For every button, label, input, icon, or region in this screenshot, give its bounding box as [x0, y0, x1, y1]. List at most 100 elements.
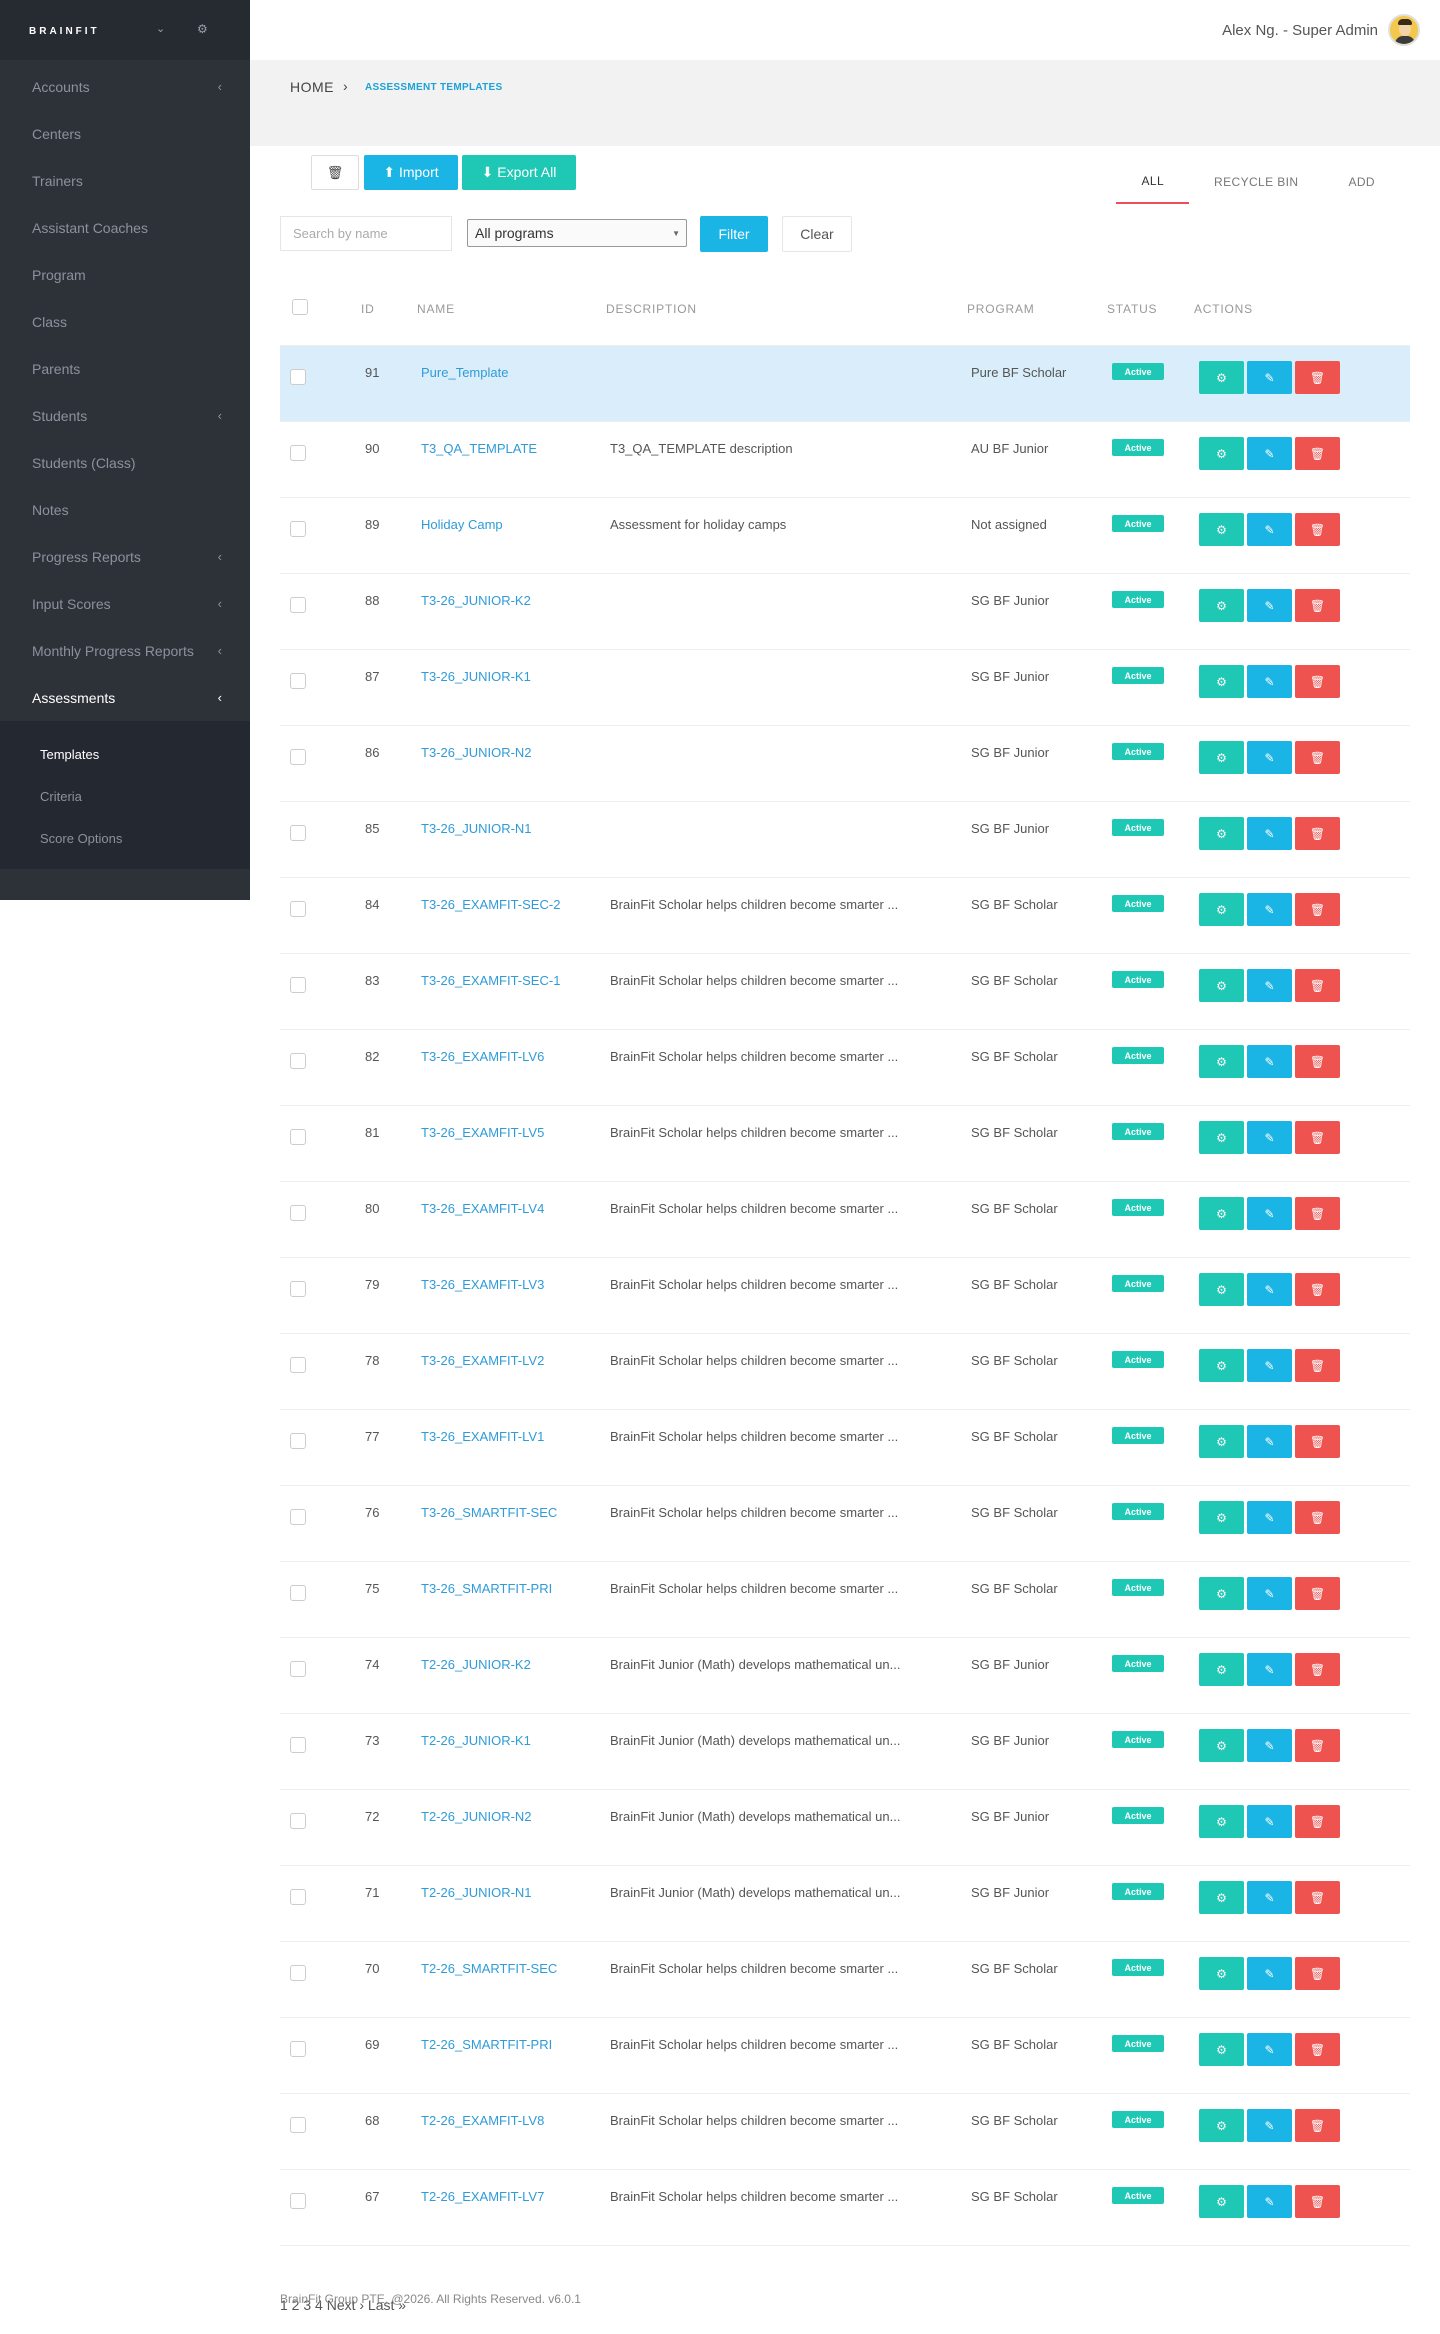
edit-button[interactable]: ✎: [1247, 1881, 1292, 1914]
cell-name-link[interactable]: T2-26_SMARTFIT-SEC: [421, 1961, 557, 1976]
settings-button[interactable]: ⚙: [1199, 2033, 1244, 2066]
sidebar-item-notes[interactable]: Notes: [0, 486, 250, 533]
brand-logo[interactable]: BRAINFIT: [29, 26, 100, 37]
edit-button[interactable]: ✎: [1247, 741, 1292, 774]
cell-name-link[interactable]: T3-26_EXAMFIT-LV2: [421, 1353, 544, 1368]
import-button[interactable]: ⬆ Import: [364, 155, 458, 190]
sidebar-item-progress-reports[interactable]: Progress Reports ‹: [0, 533, 250, 580]
edit-button[interactable]: ✎: [1247, 1805, 1292, 1838]
edit-button[interactable]: ✎: [1247, 1425, 1292, 1458]
program-select[interactable]: All programs ▼: [467, 219, 687, 247]
row-checkbox[interactable]: [290, 1737, 306, 1753]
row-checkbox[interactable]: [290, 1585, 306, 1601]
delete-button[interactable]: 🗑: [1295, 1577, 1340, 1610]
settings-button[interactable]: ⚙: [1199, 1577, 1244, 1610]
cell-name-link[interactable]: T2-26_JUNIOR-K1: [421, 1733, 531, 1748]
cell-name-link[interactable]: T3-26_EXAMFIT-LV6: [421, 1049, 544, 1064]
settings-button[interactable]: ⚙: [1199, 665, 1244, 698]
edit-button[interactable]: ✎: [1247, 1349, 1292, 1382]
avatar[interactable]: [1388, 14, 1420, 46]
delete-button[interactable]: 🗑: [1295, 2033, 1340, 2066]
edit-button[interactable]: ✎: [1247, 1197, 1292, 1230]
select-all-checkbox[interactable]: [292, 299, 308, 315]
cell-name-link[interactable]: T3-26_EXAMFIT-LV1: [421, 1429, 544, 1444]
edit-button[interactable]: ✎: [1247, 1501, 1292, 1534]
row-checkbox[interactable]: [290, 1889, 306, 1905]
row-checkbox[interactable]: [290, 749, 306, 765]
cell-name-link[interactable]: T2-26_EXAMFIT-LV7: [421, 2189, 544, 2204]
sidebar-item-parents[interactable]: Parents: [0, 345, 250, 392]
row-checkbox[interactable]: [290, 825, 306, 841]
settings-button[interactable]: ⚙: [1199, 1653, 1244, 1686]
row-checkbox[interactable]: [290, 1661, 306, 1677]
row-checkbox[interactable]: [290, 445, 306, 461]
delete-button[interactable]: 🗑: [1295, 513, 1340, 546]
delete-button[interactable]: 🗑: [1295, 741, 1340, 774]
cell-name-link[interactable]: T2-26_JUNIOR-K2: [421, 1657, 531, 1672]
row-checkbox[interactable]: [290, 1813, 306, 1829]
column-header-status[interactable]: STATUS: [1107, 302, 1157, 316]
settings-button[interactable]: ⚙: [1199, 1197, 1244, 1230]
clear-button[interactable]: Clear: [782, 216, 852, 252]
delete-button[interactable]: 🗑: [1295, 437, 1340, 470]
row-checkbox[interactable]: [290, 1509, 306, 1525]
delete-button[interactable]: 🗑: [1295, 817, 1340, 850]
filter-button[interactable]: Filter: [700, 216, 768, 252]
edit-button[interactable]: ✎: [1247, 1577, 1292, 1610]
settings-button[interactable]: ⚙: [1199, 1349, 1244, 1382]
breadcrumb-home[interactable]: HOME: [290, 79, 334, 95]
delete-button[interactable]: 🗑: [1295, 1957, 1340, 1990]
cell-name-link[interactable]: T2-26_JUNIOR-N2: [421, 1809, 532, 1824]
cell-name-link[interactable]: Holiday Camp: [421, 517, 503, 532]
edit-button[interactable]: ✎: [1247, 893, 1292, 926]
column-header-id[interactable]: ID: [361, 302, 375, 316]
cell-name-link[interactable]: T3-26_EXAMFIT-SEC-2: [421, 897, 560, 912]
row-checkbox[interactable]: [290, 673, 306, 689]
row-checkbox[interactable]: [290, 369, 306, 385]
settings-button[interactable]: ⚙: [1199, 893, 1244, 926]
settings-icon[interactable]: ⚙: [197, 22, 208, 36]
delete-button[interactable]: 🗑: [1295, 2109, 1340, 2142]
tab-recycle-bin[interactable]: RECYCLE BIN: [1189, 160, 1323, 204]
column-header-program[interactable]: PROGRAM: [967, 302, 1035, 316]
settings-button[interactable]: ⚙: [1199, 1501, 1244, 1534]
column-header-description[interactable]: DESCRIPTION: [606, 302, 697, 316]
search-input[interactable]: Search by name: [280, 216, 452, 251]
cell-name-link[interactable]: T2-26_EXAMFIT-LV8: [421, 2113, 544, 2128]
row-checkbox[interactable]: [290, 977, 306, 993]
cell-name-link[interactable]: T2-26_JUNIOR-N1: [421, 1885, 532, 1900]
cell-name-link[interactable]: T3_QA_TEMPLATE: [421, 441, 537, 456]
settings-button[interactable]: ⚙: [1199, 513, 1244, 546]
delete-button[interactable]: 🗑: [1295, 1805, 1340, 1838]
sidebar-item-students-class[interactable]: Students (Class): [0, 439, 250, 486]
cell-name-link[interactable]: T3-26_EXAMFIT-SEC-1: [421, 973, 560, 988]
settings-button[interactable]: ⚙: [1199, 1425, 1244, 1458]
row-checkbox[interactable]: [290, 1965, 306, 1981]
settings-button[interactable]: ⚙: [1199, 2185, 1244, 2218]
cell-name-link[interactable]: T3-26_SMARTFIT-PRI: [421, 1581, 552, 1596]
edit-button[interactable]: ✎: [1247, 1957, 1292, 1990]
row-checkbox[interactable]: [290, 1357, 306, 1373]
edit-button[interactable]: ✎: [1247, 665, 1292, 698]
delete-button[interactable]: 🗑: [1295, 361, 1340, 394]
settings-button[interactable]: ⚙: [1199, 1805, 1244, 1838]
sidebar-item-input-scores[interactable]: Input Scores ‹: [0, 580, 250, 627]
sidebar-item-assessments[interactable]: Assessments ‹: [0, 674, 250, 721]
delete-button[interactable]: 🗑: [1295, 1045, 1340, 1078]
cell-name-link[interactable]: T3-26_JUNIOR-K2: [421, 593, 531, 608]
settings-button[interactable]: ⚙: [1199, 1729, 1244, 1762]
edit-button[interactable]: ✎: [1247, 1121, 1292, 1154]
settings-button[interactable]: ⚙: [1199, 1273, 1244, 1306]
sidebar-item-class[interactable]: Class: [0, 298, 250, 345]
cell-name-link[interactable]: T3-26_EXAMFIT-LV4: [421, 1201, 544, 1216]
tab-all[interactable]: ALL: [1116, 160, 1190, 204]
cell-name-link[interactable]: T3-26_JUNIOR-N2: [421, 745, 532, 760]
row-checkbox[interactable]: [290, 597, 306, 613]
edit-button[interactable]: ✎: [1247, 1045, 1292, 1078]
sidebar-item-assistant-coaches[interactable]: Assistant Coaches: [0, 204, 250, 251]
sidebar-item-students[interactable]: Students ‹: [0, 392, 250, 439]
sidebar-item-trainers[interactable]: Trainers: [0, 157, 250, 204]
row-checkbox[interactable]: [290, 2117, 306, 2133]
cell-name-link[interactable]: T3-26_JUNIOR-K1: [421, 669, 531, 684]
submenu-item-templates[interactable]: Templates: [0, 733, 250, 775]
